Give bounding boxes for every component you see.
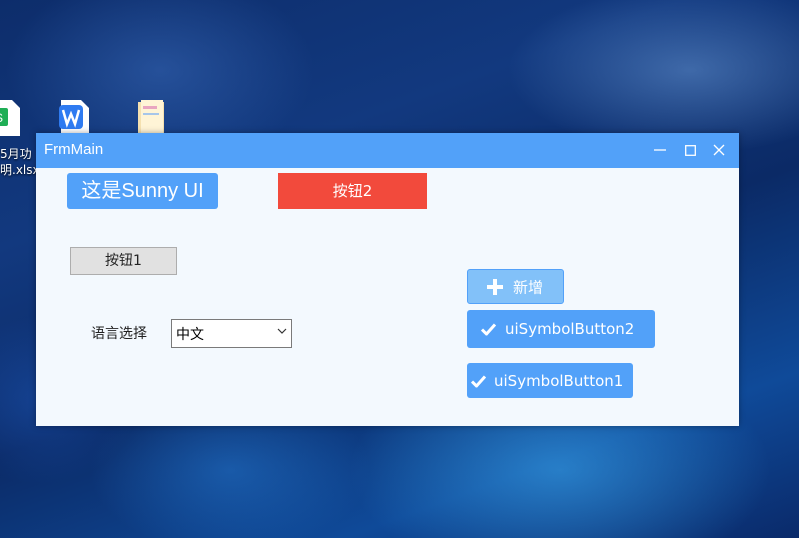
language-select-label: 语言选择 (91, 326, 147, 342)
maximize-button[interactable] (675, 133, 705, 168)
symbol-button-1[interactable]: uiSymbolButton1 (467, 363, 633, 398)
button-1[interactable]: 按钮1 (70, 247, 177, 275)
check-icon (471, 374, 486, 387)
close-button[interactable] (704, 133, 734, 168)
button-2[interactable]: 按钮2 (278, 173, 427, 209)
sunny-ui-label: 这是Sunny UI (67, 173, 218, 209)
minimize-icon (654, 149, 666, 151)
add-button[interactable]: 新增 (467, 269, 564, 304)
plus-icon (487, 278, 503, 295)
minimize-button[interactable] (645, 133, 675, 168)
wps-file-icon[interactable] (55, 98, 95, 138)
add-button-label: 新增 (513, 278, 544, 296)
language-select-value: 中文 (176, 327, 204, 343)
desktop-file-label: 5月功 明.xlsx (0, 147, 40, 177)
check-icon (481, 323, 496, 336)
symbol-button-1-label: uiSymbolButton1 (494, 371, 624, 390)
symbol-button-2-label: uiSymbolButton2 (505, 320, 635, 338)
folder-file-icon[interactable] (133, 98, 173, 138)
language-select[interactable]: 中文 (171, 319, 292, 348)
chevron-down-icon (277, 328, 287, 334)
window-title: FrmMain (44, 141, 104, 158)
excel-file-icon[interactable]: S (0, 98, 26, 138)
main-window: FrmMain 这是Sunny UI 按钮2 按钮1 语言选择 中文 新增 ui… (36, 133, 739, 426)
title-bar[interactable]: FrmMain (36, 133, 739, 168)
symbol-button-2[interactable]: uiSymbolButton2 (467, 310, 655, 348)
maximize-icon (684, 144, 696, 156)
svg-text:S: S (0, 111, 3, 125)
close-icon (713, 144, 725, 156)
